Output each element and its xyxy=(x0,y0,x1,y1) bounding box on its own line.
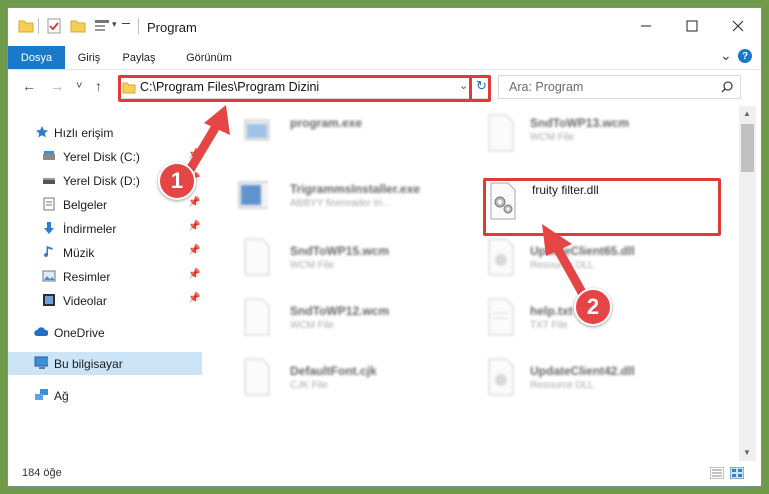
minimize-icon xyxy=(641,25,651,27)
sidebar-item-label: Hızlı erişim xyxy=(54,126,114,140)
help-icon[interactable]: ? xyxy=(738,49,752,63)
pin-icon[interactable]: 📌 xyxy=(188,221,200,232)
up-button[interactable]: ↑ xyxy=(95,78,102,94)
callout-badge-2: 2 xyxy=(574,288,612,326)
close-button[interactable] xyxy=(715,8,761,44)
music-icon xyxy=(44,246,53,258)
annotation-arrow-2 xyxy=(542,224,589,301)
recent-locations-button[interactable]: ˅ xyxy=(76,80,82,92)
pin-icon[interactable]: 📌 xyxy=(188,293,200,304)
explorer-window: ▾ Program Dosya Giriş Paylaş Görünüm ⌄ ?… xyxy=(8,8,761,486)
maximize-button[interactable] xyxy=(669,8,715,44)
star-icon xyxy=(36,126,48,138)
sidebar-item-onedrive[interactable]: OneDrive xyxy=(8,321,204,344)
tab-gorunum[interactable]: Görünüm xyxy=(178,46,240,69)
sidebar-item-label: Yerel Disk (C:) xyxy=(63,150,140,164)
pictures-icon xyxy=(42,270,56,282)
sidebar-item-label: OneDrive xyxy=(54,326,105,340)
sidebar-item-label: Videolar xyxy=(63,294,107,308)
sidebar-item-this-pc[interactable]: Bu bilgisayar xyxy=(8,352,202,375)
sidebar-item-label: Bu bilgisayar xyxy=(54,357,123,371)
sidebar-item-videos[interactable]: Videolar 📌 xyxy=(8,289,204,312)
ribbon-tabs: Dosya Giriş Paylaş Görünüm ⌄ ? xyxy=(8,44,761,69)
status-bar: 184 öğe xyxy=(8,461,761,486)
sidebar-item-label: Müzik xyxy=(63,246,95,260)
chevron-down-icon[interactable]: ▾ xyxy=(112,19,117,30)
view-options-icon[interactable] xyxy=(94,18,110,34)
navigation-bar: ← → ˅ ↑ C:\Program Files\Program Dizini … xyxy=(8,69,761,106)
forward-button[interactable]: → xyxy=(50,78,64,94)
back-button[interactable]: ← xyxy=(22,78,36,94)
sidebar-item-network[interactable]: Ağ xyxy=(8,384,204,407)
download-icon xyxy=(44,222,54,234)
folder-icon[interactable] xyxy=(18,18,34,34)
window-title: Program xyxy=(147,20,197,35)
file-list: program.exe SndToWP13.wcm WCM File Trigr… xyxy=(204,106,738,461)
toolbar-separator xyxy=(38,18,39,34)
title-separator xyxy=(138,18,139,34)
customize-toolbar-icon[interactable] xyxy=(122,23,130,24)
vertical-scrollbar[interactable]: ▲ ▼ xyxy=(739,106,756,461)
search-placeholder: Ara: Program xyxy=(509,80,584,94)
drive-icon xyxy=(43,151,55,160)
sidebar-item-downloads[interactable]: İndirmeler 📌 xyxy=(8,217,204,240)
scroll-up-icon[interactable]: ▲ xyxy=(743,109,751,118)
scrollbar-thumb[interactable] xyxy=(741,124,754,172)
sidebar-item-label: Yerel Disk (D:) xyxy=(63,174,140,188)
pin-icon[interactable]: 📌 xyxy=(188,197,200,208)
drive-icon xyxy=(43,178,55,184)
tab-dosya[interactable]: Dosya xyxy=(8,46,65,69)
cloud-icon xyxy=(34,327,48,336)
sidebar-item-label: Ağ xyxy=(54,389,69,403)
item-count: 184 öğe xyxy=(22,467,62,479)
tab-giris[interactable]: Giriş xyxy=(68,46,110,69)
sidebar-item-label: İndirmeler xyxy=(63,222,117,236)
sidebar-item-label: Resimler xyxy=(63,270,111,284)
maximize-icon xyxy=(686,20,698,32)
details-view-icon[interactable] xyxy=(710,467,724,479)
sidebar-item-music[interactable]: Müzik 📌 xyxy=(8,241,204,264)
minimize-button[interactable] xyxy=(623,8,669,44)
new-folder-icon[interactable] xyxy=(70,18,86,34)
computer-icon xyxy=(34,356,48,369)
network-icon xyxy=(35,389,48,400)
sidebar-item-pictures[interactable]: Resimler 📌 xyxy=(8,265,204,288)
search-box[interactable]: Ara: Program xyxy=(498,75,741,99)
title-bar: ▾ Program xyxy=(8,8,761,44)
documents-icon xyxy=(43,197,55,211)
close-icon xyxy=(732,20,744,32)
pin-icon[interactable]: 📌 xyxy=(188,245,200,256)
properties-icon[interactable] xyxy=(46,18,62,34)
sidebar-item-label: Belgeler xyxy=(63,198,108,212)
tab-paylas[interactable]: Paylaş xyxy=(116,46,162,69)
search-icon[interactable] xyxy=(721,81,733,93)
video-icon xyxy=(43,294,55,306)
scroll-down-icon[interactable]: ▼ xyxy=(743,448,751,457)
expand-ribbon-icon[interactable]: ⌄ xyxy=(720,47,732,64)
callout-badge-1: 1 xyxy=(158,162,196,200)
large-icons-view-icon[interactable] xyxy=(730,467,744,479)
refresh-highlight-box xyxy=(470,75,491,102)
pin-icon[interactable]: 📌 xyxy=(188,269,200,280)
